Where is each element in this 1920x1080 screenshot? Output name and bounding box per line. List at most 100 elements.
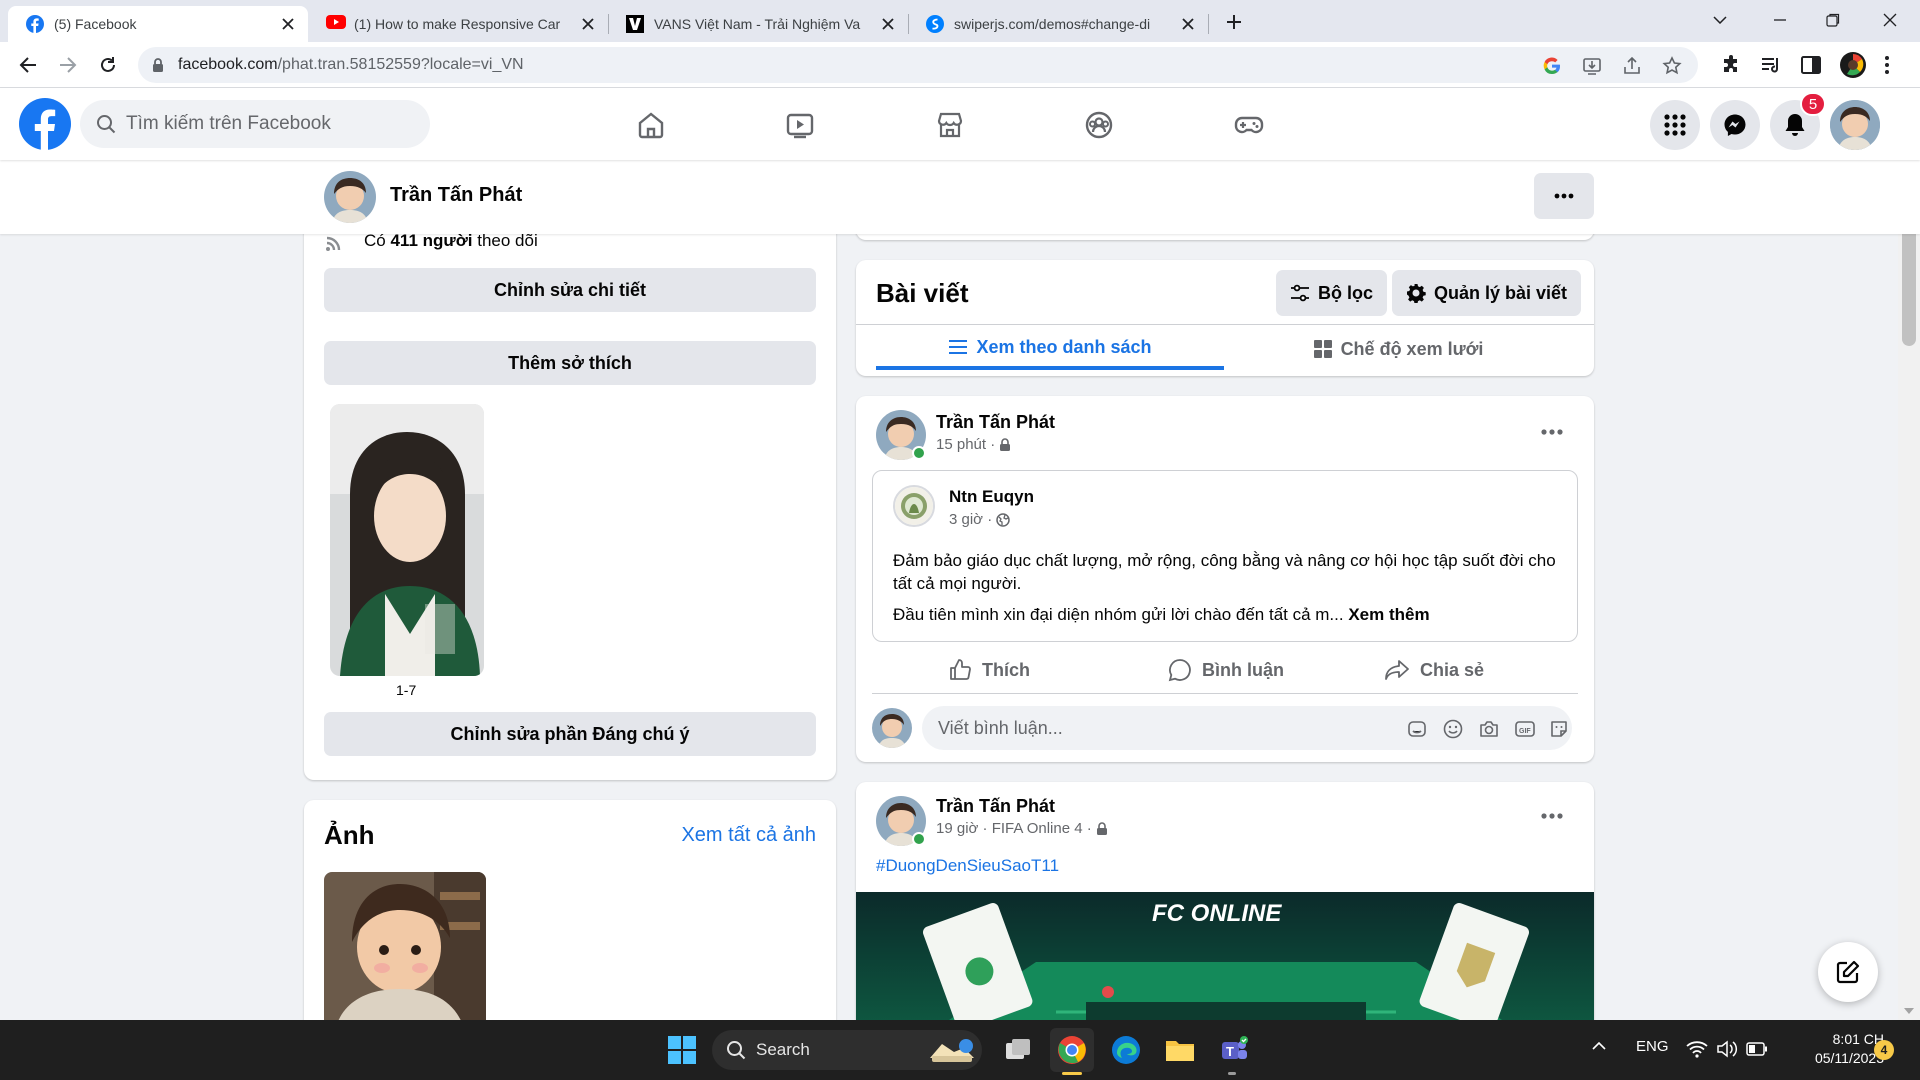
notification-count-badge: 5 bbox=[1800, 92, 1826, 116]
profile-more-button[interactable] bbox=[1534, 173, 1594, 219]
tab-search-chevron-icon[interactable] bbox=[1690, 0, 1750, 40]
post-hashtag-link[interactable]: #DuongDenSieuSaoT11 bbox=[876, 856, 1059, 876]
like-label: Thích bbox=[982, 659, 1030, 680]
task-view-icon[interactable] bbox=[996, 1028, 1040, 1072]
gif-icon[interactable]: GIF bbox=[1514, 718, 1536, 740]
see-all-photos-link[interactable]: Xem tất cả ảnh bbox=[681, 824, 816, 847]
restore-button[interactable] bbox=[1803, 0, 1863, 40]
tab-youtube[interactable]: (1) How to make Responsive Car bbox=[308, 6, 608, 42]
file-explorer-icon[interactable] bbox=[1158, 1028, 1202, 1072]
shared-author-name[interactable]: Ntn Euqyn bbox=[949, 487, 1034, 507]
privacy-lock-icon[interactable] bbox=[999, 437, 1011, 452]
post-time[interactable]: 15 phút · bbox=[936, 436, 995, 453]
edit-featured-button[interactable]: Chỉnh sửa phần Đáng chú ý bbox=[324, 712, 816, 756]
see-more-link[interactable]: Xem thêm bbox=[1348, 605, 1429, 624]
share-button[interactable]: Chia sẻ bbox=[1384, 652, 1484, 688]
comment-input[interactable]: Viết bình luận... GIF bbox=[922, 706, 1572, 750]
messenger-button[interactable] bbox=[1710, 100, 1760, 150]
tab-list-view[interactable]: Xem theo danh sách bbox=[876, 328, 1224, 370]
like-button[interactable]: Thích bbox=[948, 652, 1030, 688]
post-options-button[interactable] bbox=[1532, 412, 1572, 452]
intro-card: Có 411 người theo dõi Chỉnh sửa chi tiết… bbox=[304, 200, 836, 780]
filter-button[interactable]: Bộ lọc bbox=[1276, 270, 1388, 316]
gaming-nav-icon[interactable] bbox=[1226, 102, 1272, 148]
close-icon[interactable] bbox=[1176, 12, 1200, 36]
commenter-avatar[interactable] bbox=[872, 708, 912, 748]
facebook-logo-icon[interactable] bbox=[19, 98, 71, 150]
camera-icon[interactable] bbox=[1478, 718, 1500, 740]
emoji-icon[interactable] bbox=[1442, 718, 1464, 740]
featured-highlight-thumbnail[interactable]: + 7 bbox=[330, 404, 484, 676]
tab-grid-view[interactable]: Chế độ xem lưới bbox=[1224, 328, 1572, 370]
watch-nav-icon[interactable] bbox=[777, 102, 823, 148]
notification-center-badge[interactable]: 4 bbox=[1874, 1040, 1894, 1060]
show-hidden-icons-chevron-icon[interactable] bbox=[1592, 1042, 1606, 1050]
volume-icon[interactable] bbox=[1716, 1040, 1738, 1058]
post-author-name[interactable]: Trần Tấn Phát bbox=[936, 412, 1055, 433]
browser-menu-icon[interactable] bbox=[1884, 54, 1892, 76]
followers-count[interactable]: 411 người bbox=[390, 231, 472, 251]
back-button[interactable] bbox=[12, 49, 44, 81]
post-options-button[interactable] bbox=[1532, 796, 1572, 836]
google-icon[interactable] bbox=[1542, 56, 1562, 76]
scrollbar-thumb[interactable] bbox=[1902, 220, 1916, 346]
reload-button[interactable] bbox=[92, 49, 124, 81]
photo-thumbnail[interactable] bbox=[324, 872, 486, 1034]
new-tab-button[interactable] bbox=[1220, 8, 1248, 36]
shared-post[interactable]: Ntn Euqyn 3 giờ · Đảm bảo giáo dục chất … bbox=[872, 470, 1578, 642]
facebook-search-input[interactable]: Tìm kiếm trên Facebook bbox=[80, 100, 430, 148]
media-control-icon[interactable] bbox=[1760, 54, 1782, 76]
close-icon[interactable] bbox=[576, 12, 600, 36]
groups-nav-icon[interactable] bbox=[1076, 102, 1122, 148]
battery-icon[interactable] bbox=[1746, 1042, 1768, 1056]
url-text: facebook.com/phat.tran.58152559?locale=v… bbox=[178, 56, 524, 74]
chrome-taskbar-icon[interactable] bbox=[1050, 1028, 1094, 1072]
globe-icon[interactable] bbox=[996, 512, 1010, 527]
tab-title: (5) Facebook bbox=[54, 16, 137, 32]
profile-name[interactable]: Trần Tấn Phát bbox=[390, 184, 522, 207]
new-message-button[interactable] bbox=[1818, 942, 1878, 1002]
bookmark-star-icon[interactable] bbox=[1662, 56, 1682, 76]
profile-avatar[interactable] bbox=[324, 171, 376, 223]
account-avatar[interactable] bbox=[1830, 100, 1880, 150]
install-app-icon[interactable] bbox=[1582, 56, 1602, 76]
scroll-down-arrow-icon[interactable] bbox=[1904, 1008, 1914, 1014]
windows-start-icon[interactable] bbox=[660, 1028, 704, 1072]
search-icon bbox=[726, 1040, 746, 1060]
edit-details-button[interactable]: Chỉnh sửa chi tiết bbox=[324, 268, 816, 312]
forward-button[interactable] bbox=[52, 49, 84, 81]
shared-post-time[interactable]: 3 giờ · bbox=[949, 511, 992, 528]
close-icon[interactable] bbox=[876, 12, 900, 36]
add-hobbies-button[interactable]: Thêm sở thích bbox=[324, 341, 816, 385]
privacy-lock-icon[interactable] bbox=[1096, 821, 1108, 836]
manage-posts-button[interactable]: Quản lý bài viết bbox=[1392, 270, 1582, 316]
tab-vans[interactable]: VANS Việt Nam - Trải Nghiệm Va bbox=[608, 6, 908, 42]
close-window-button[interactable] bbox=[1860, 0, 1920, 40]
system-clock[interactable]: 8:01 CH 05/11/2023 bbox=[1784, 1030, 1884, 1068]
shared-author-avatar[interactable] bbox=[893, 485, 935, 527]
lock-icon[interactable] bbox=[152, 57, 164, 73]
menu-grid-button[interactable] bbox=[1650, 100, 1700, 150]
extensions-icon[interactable] bbox=[1720, 54, 1742, 76]
avatar-sticker-icon[interactable] bbox=[1406, 718, 1428, 740]
home-nav-icon[interactable] bbox=[628, 102, 674, 148]
post-author-name[interactable]: Trần Tấn Phát bbox=[936, 796, 1055, 817]
minimize-button[interactable] bbox=[1750, 0, 1810, 40]
tab-swiper[interactable]: swiperjs.com/demos#change-di bbox=[908, 6, 1208, 42]
share-icon[interactable] bbox=[1622, 56, 1642, 76]
input-language[interactable]: ENG bbox=[1636, 1038, 1669, 1055]
tab-facebook[interactable]: (5) Facebook bbox=[8, 6, 308, 42]
close-icon[interactable] bbox=[276, 12, 300, 36]
teams-taskbar-icon[interactable]: T bbox=[1212, 1028, 1256, 1072]
post-time[interactable]: 19 giờ · FIFA Online 4 · bbox=[936, 820, 1092, 837]
edge-taskbar-icon[interactable] bbox=[1104, 1028, 1148, 1072]
wifi-icon[interactable] bbox=[1686, 1040, 1708, 1058]
marketplace-nav-icon[interactable] bbox=[927, 102, 973, 148]
sticker-icon[interactable] bbox=[1548, 718, 1570, 740]
profile-sticky-bar: Trần Tấn Phát bbox=[0, 160, 1920, 234]
profile-avatar-icon[interactable] bbox=[1840, 52, 1866, 78]
taskbar-search[interactable]: Search bbox=[712, 1030, 982, 1070]
address-bar[interactable]: facebook.com/phat.tran.58152559?locale=v… bbox=[138, 47, 1698, 83]
side-panel-icon[interactable] bbox=[1800, 54, 1822, 76]
comment-button[interactable]: Bình luận bbox=[1168, 652, 1284, 688]
